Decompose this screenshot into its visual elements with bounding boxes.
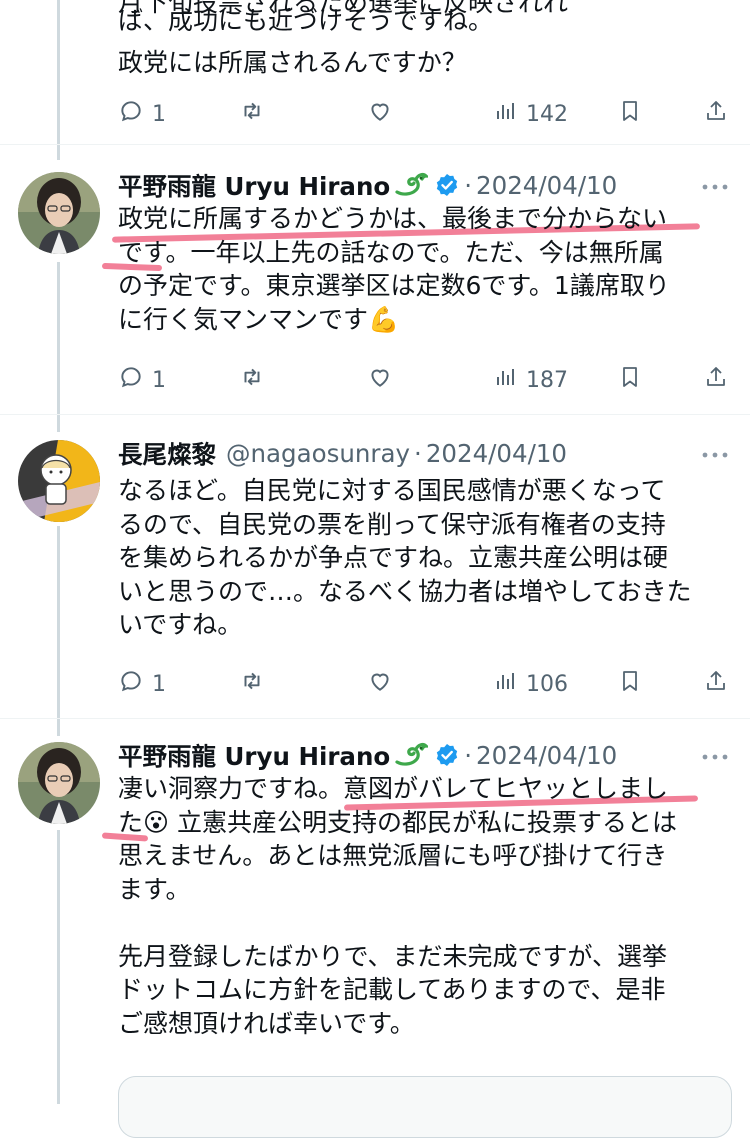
user-handle[interactable]: @nagaosunray bbox=[226, 439, 410, 468]
avatar[interactable] bbox=[18, 742, 100, 824]
thread-line bbox=[57, 830, 60, 1104]
bookmark-button[interactable] bbox=[618, 664, 642, 704]
bookmark-icon bbox=[618, 668, 642, 700]
post-text: なるほど。自民党に対する国民感情が悪くなって るので、自民党の票を削って保守派有… bbox=[118, 476, 692, 639]
bookmark-icon bbox=[618, 98, 642, 130]
separator-dot: · bbox=[464, 740, 473, 770]
reply-icon bbox=[118, 668, 144, 700]
post-date[interactable]: 2024/04/10 bbox=[426, 439, 567, 468]
avatar[interactable] bbox=[18, 440, 100, 522]
views-button[interactable]: 142 bbox=[494, 94, 568, 134]
views-count: 106 bbox=[526, 671, 568, 697]
views-button[interactable]: 106 bbox=[494, 664, 568, 704]
divider bbox=[0, 718, 750, 719]
bookmark-icon bbox=[618, 364, 642, 396]
more-icon bbox=[700, 746, 730, 765]
views-icon bbox=[494, 99, 518, 129]
views-icon bbox=[494, 365, 518, 395]
views-icon bbox=[494, 669, 518, 699]
like-button[interactable] bbox=[366, 664, 394, 704]
like-icon bbox=[366, 98, 394, 130]
share-button[interactable] bbox=[704, 360, 728, 400]
repost-button[interactable] bbox=[238, 360, 266, 400]
bookmark-button[interactable] bbox=[618, 360, 642, 400]
reply-count: 1 bbox=[152, 671, 166, 697]
display-name[interactable]: 平野雨龍 Uryu Hirano bbox=[118, 168, 390, 203]
repost-icon bbox=[238, 668, 266, 700]
embedded-card[interactable] bbox=[118, 1076, 732, 1138]
thread-line bbox=[57, 262, 60, 432]
repost-icon bbox=[238, 364, 266, 396]
reply-button[interactable]: 1 bbox=[118, 94, 166, 134]
more-button[interactable] bbox=[698, 436, 732, 470]
thread-line bbox=[57, 526, 60, 736]
reply-button[interactable]: 1 bbox=[118, 664, 166, 704]
share-icon bbox=[704, 668, 728, 700]
share-button[interactable] bbox=[704, 94, 728, 134]
separator-dot: · bbox=[464, 170, 473, 200]
share-icon bbox=[704, 98, 728, 130]
post-date[interactable]: 2024/04/10 bbox=[476, 741, 617, 770]
display-name[interactable]: 平野雨龍 Uryu Hirano bbox=[118, 738, 390, 773]
post-header: 長尾燦黎 @nagaosunray · 2024/04/10 bbox=[118, 436, 567, 470]
post-actions: 1 187 bbox=[118, 360, 733, 400]
repost-button[interactable] bbox=[238, 664, 266, 704]
dragon-emoji-icon bbox=[394, 170, 429, 200]
post-text-line: 政党には所属されるんですか？ bbox=[118, 48, 467, 77]
divider bbox=[0, 414, 750, 415]
post-actions: 1 142 bbox=[118, 94, 733, 134]
post-text-line: ば、成功にも近づけそうですね。 bbox=[118, 6, 494, 35]
repost-button[interactable] bbox=[238, 94, 266, 134]
repost-icon bbox=[238, 98, 266, 130]
dragon-emoji-icon bbox=[394, 740, 429, 770]
like-icon bbox=[366, 364, 394, 396]
reply-icon bbox=[118, 364, 144, 396]
reply-count: 1 bbox=[152, 101, 166, 127]
post-text: 政党に所属するかどうかは、最後まで分からない です。一年以上先の話なので。ただ、… bbox=[118, 204, 670, 334]
post-header: 平野雨龍 Uryu Hirano · 2024/04/10 bbox=[118, 738, 617, 772]
like-button[interactable] bbox=[366, 360, 394, 400]
share-icon bbox=[704, 364, 728, 396]
avatar[interactable] bbox=[18, 172, 100, 254]
separator-dot: · bbox=[414, 438, 422, 468]
divider bbox=[0, 144, 750, 145]
post-date[interactable]: 2024/04/10 bbox=[476, 171, 617, 200]
more-icon bbox=[700, 444, 730, 463]
verified-badge-icon bbox=[434, 172, 460, 198]
like-icon bbox=[366, 668, 394, 700]
views-count: 142 bbox=[526, 101, 568, 127]
more-button[interactable] bbox=[698, 168, 732, 202]
views-button[interactable]: 187 bbox=[494, 360, 568, 400]
more-icon bbox=[700, 176, 730, 195]
like-button[interactable] bbox=[366, 94, 394, 134]
bookmark-button[interactable] bbox=[618, 94, 642, 134]
post-header: 平野雨龍 Uryu Hirano · 2024/04/10 bbox=[118, 168, 617, 202]
thread-line bbox=[57, 0, 60, 160]
display-name[interactable]: 長尾燦黎 bbox=[118, 436, 216, 471]
reply-icon bbox=[118, 98, 144, 130]
views-count: 187 bbox=[526, 367, 568, 393]
reply-count: 1 bbox=[152, 367, 166, 393]
more-button[interactable] bbox=[698, 738, 732, 772]
post-text: 凄い洞察力ですね。意図がバレてヒヤッとしまし た😮 立憲共産公明支持の都民が私に… bbox=[118, 774, 678, 1038]
share-button[interactable] bbox=[704, 664, 728, 704]
post-actions: 1 106 bbox=[118, 664, 733, 704]
verified-badge-icon bbox=[434, 742, 460, 768]
reply-button[interactable]: 1 bbox=[118, 360, 166, 400]
